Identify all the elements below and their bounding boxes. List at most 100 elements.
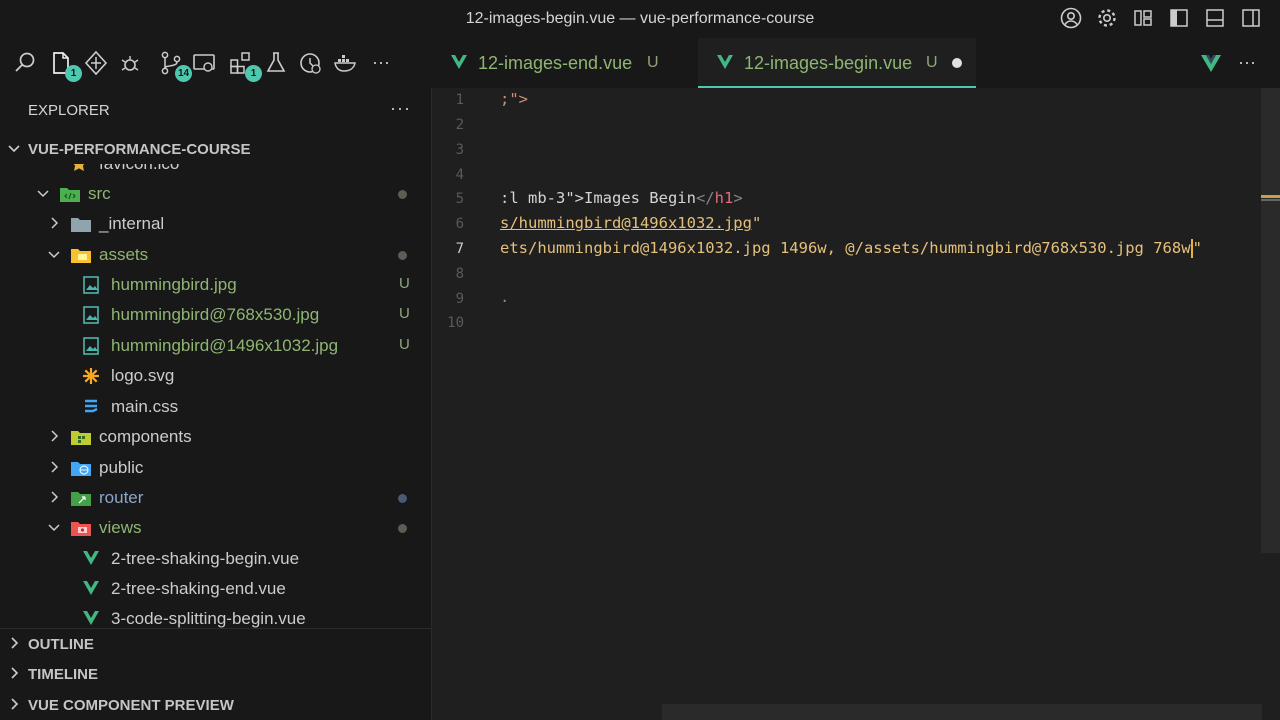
line-number: 2 <box>455 117 464 133</box>
tree-file-hummingbird-768[interactable]: hummingbird@768x530.jpg U <box>0 300 432 330</box>
modified-dot <box>398 494 407 503</box>
src-folder-icon <box>59 185 80 203</box>
tree-item-label: views <box>99 518 142 537</box>
timeline-label: TIMELINE <box>28 666 98 683</box>
toggle-panel-icon[interactable] <box>1204 7 1226 29</box>
testing-flask-icon[interactable] <box>263 50 289 76</box>
vue-file-icon <box>451 55 467 69</box>
tab-untracked-status: U <box>647 54 659 71</box>
settings-gear-icon[interactable] <box>1096 7 1118 29</box>
line-number: 3 <box>455 142 464 158</box>
timeline-history-icon[interactable] <box>298 50 324 76</box>
chevron-down-icon <box>8 145 20 153</box>
tab-12-images-begin[interactable]: 12-images-begin.vue U <box>698 38 976 88</box>
editor-tabs: 12-images-end.vue U 12-images-begin.vue … <box>432 38 1280 88</box>
tree-folder-views[interactable]: views <box>0 513 432 543</box>
chevron-right-icon <box>11 637 19 649</box>
svg-file-icon <box>82 367 102 385</box>
tree-item-favicon[interactable]: favicon.ico <box>0 164 432 179</box>
tab-12-images-end[interactable]: 12-images-end.vue U <box>432 38 694 88</box>
line-number: 1 <box>455 92 464 108</box>
title-bar: 12-images-begin.vue — vue-performance-co… <box>0 0 1280 38</box>
vue-file-icon <box>82 550 102 568</box>
tree-folder-assets[interactable]: assets <box>0 240 432 270</box>
extensions-badge: 1 <box>245 65 262 82</box>
tree-folder-internal[interactable]: _internal <box>0 209 432 239</box>
line-number: 10 <box>447 315 464 331</box>
image-file-icon <box>82 276 102 294</box>
customize-layout-icon[interactable] <box>1132 7 1154 29</box>
source-control-badge: 14 <box>175 65 192 82</box>
vue-file-icon <box>82 580 102 598</box>
line-number: 4 <box>455 167 464 183</box>
unsaved-dot-icon[interactable] <box>952 58 962 68</box>
horizontal-scrollbar[interactable] <box>662 704 1262 720</box>
tree-file-hummingbird[interactable]: hummingbird.jpg U <box>0 270 432 300</box>
tree-folder-router[interactable]: router <box>0 483 432 513</box>
public-folder-icon <box>70 459 91 477</box>
code-token: ets/hummingbird@1496x1032.jpg 1496w, @/a… <box>500 239 1191 257</box>
components-folder-icon <box>70 428 91 446</box>
vertical-scrollbar[interactable] <box>1261 88 1280 553</box>
code-token: . <box>500 288 510 306</box>
vue-preview-icon[interactable] <box>1200 53 1222 73</box>
tree-file-vue[interactable]: 3-code-splitting-begin.vue <box>0 604 432 628</box>
vue-file-icon <box>82 610 102 628</box>
chevron-right-icon <box>51 217 59 229</box>
explorer-sidebar: EXPLORER ··· VUE-PERFORMANCE-COURSE favi… <box>0 88 432 720</box>
tree-item-label: main.css <box>111 397 179 416</box>
line-number: 7 <box>455 241 464 257</box>
chevron-right-icon <box>51 430 59 442</box>
tree-folder-components[interactable]: components <box>0 422 432 452</box>
toggle-primary-sidebar-icon[interactable] <box>1168 7 1190 29</box>
tree-file-vue[interactable]: 2-tree-shaking-begin.vue <box>0 544 432 574</box>
editor-more-button[interactable]: ··· <box>1238 52 1256 73</box>
toggle-secondary-sidebar-icon[interactable] <box>1240 7 1262 29</box>
tree-item-label: public <box>99 458 144 477</box>
code-token: s/hummingbird@1496x1032.jpg <box>500 214 752 232</box>
chevron-right-icon <box>51 461 59 473</box>
line-number: 6 <box>455 216 464 232</box>
tree-item-label: hummingbird.jpg <box>111 275 237 294</box>
tree-file-logo[interactable]: logo.svg <box>0 361 432 391</box>
tree-item-label: 2-tree-shaking-end.vue <box>111 579 286 598</box>
tree-file-vue[interactable]: 2-tree-shaking-end.vue <box>0 574 432 604</box>
vue-file-icon <box>717 55 733 69</box>
tree-item-label: src <box>88 184 111 203</box>
tree-folder-src[interactable]: src <box>0 179 432 209</box>
more-views-button[interactable]: ··· <box>372 52 398 78</box>
code-line-9: . <box>500 288 509 306</box>
views-folder-icon <box>70 519 91 537</box>
explorer-more-button[interactable]: ··· <box>390 98 411 119</box>
outline-section-header[interactable]: OUTLINE <box>0 631 432 659</box>
code-token: > <box>733 189 743 207</box>
code-token: :l mb-3">Images Begin <box>500 189 696 207</box>
chevron-down-icon <box>37 190 49 198</box>
activity-bar: 1 14 1 ··· <box>0 38 432 88</box>
source-tree-icon[interactable] <box>83 50 109 76</box>
tree-item-label: 2-tree-shaking-begin.vue <box>111 549 300 568</box>
docker-whale-icon[interactable] <box>333 50 359 76</box>
scrollbar-cursor-marker <box>1261 195 1280 198</box>
extensions-icon[interactable]: 1 <box>228 50 262 82</box>
explorer-files-icon[interactable]: 1 <box>48 50 82 82</box>
remote-explorer-icon[interactable] <box>191 50 217 76</box>
chevron-right-icon <box>11 667 19 679</box>
tree-folder-public[interactable]: public <box>0 453 432 483</box>
chevron-right-icon <box>51 491 59 503</box>
source-control-icon[interactable]: 14 <box>158 50 192 82</box>
tree-item-label: assets <box>99 245 149 264</box>
outline-label: OUTLINE <box>28 636 94 653</box>
run-debug-icon[interactable] <box>118 50 144 76</box>
account-icon[interactable] <box>1060 7 1082 29</box>
tree-item-label: hummingbird@768x530.jpg <box>111 305 320 324</box>
tree-file-hummingbird-1496[interactable]: hummingbird@1496x1032.jpg U <box>0 331 432 361</box>
image-file-icon <box>82 337 102 355</box>
code-token: " <box>1192 239 1202 257</box>
timeline-section-header[interactable]: TIMELINE <box>0 661 432 689</box>
tree-file-main-css[interactable]: main.css <box>0 392 432 422</box>
search-icon[interactable] <box>12 50 38 76</box>
code-token: </ <box>695 189 715 207</box>
vue-preview-section-header[interactable]: VUE COMPONENT PREVIEW <box>0 692 432 720</box>
project-section-header[interactable]: VUE-PERFORMANCE-COURSE <box>0 136 432 164</box>
